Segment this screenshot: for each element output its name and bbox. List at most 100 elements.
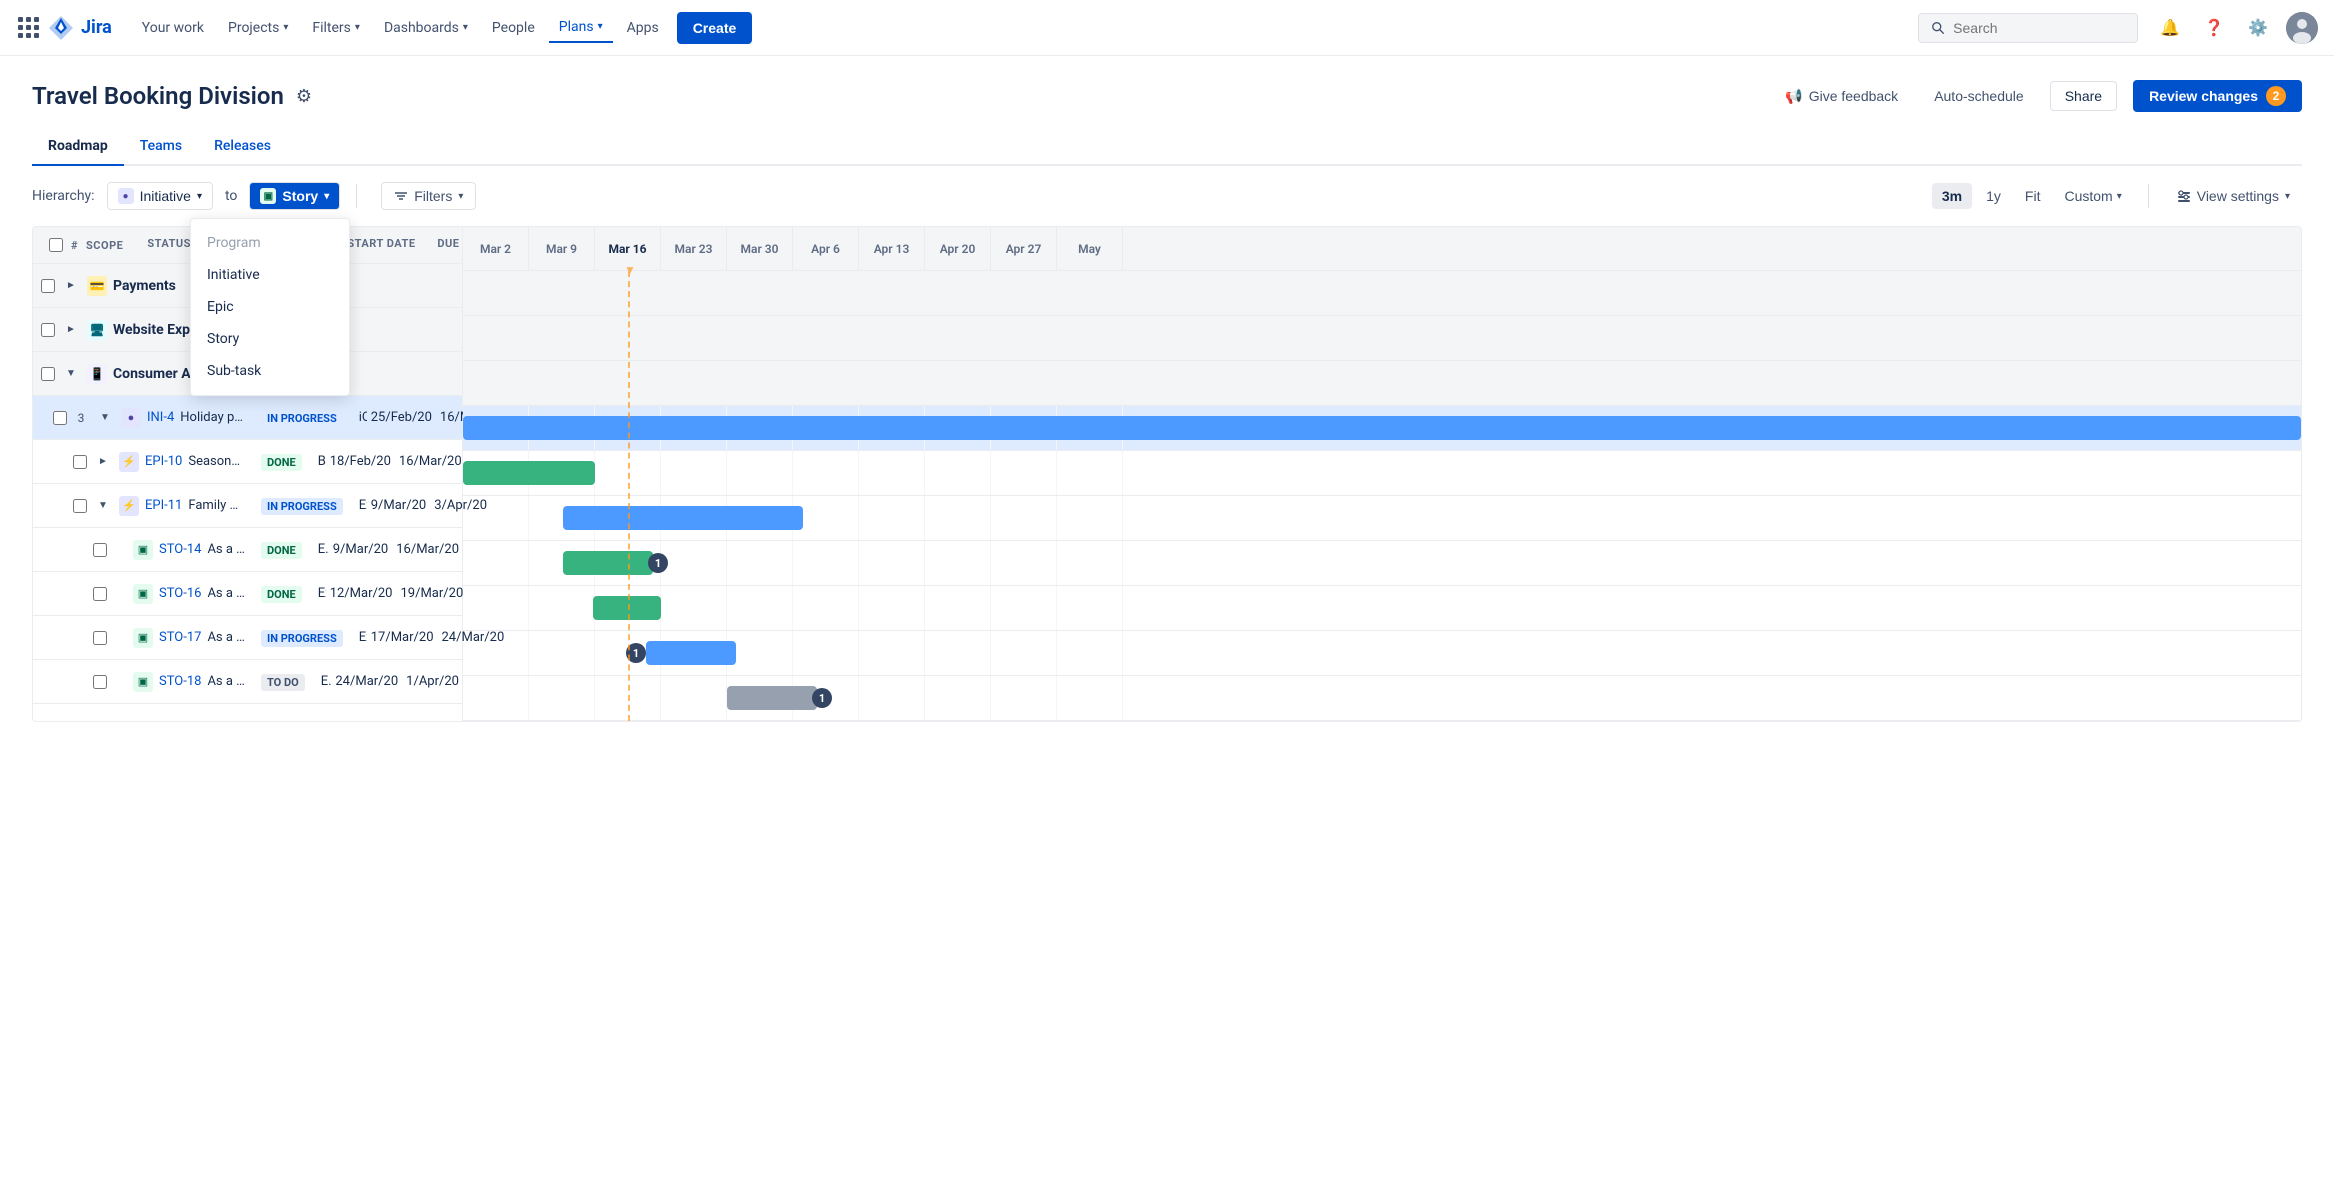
gc-p10 [1057, 271, 1123, 315]
sto14-name: As a user I want.. [207, 542, 245, 557]
sto17-status-badge: IN PROGRESS [261, 630, 343, 647]
gantt-row-payments [463, 271, 2301, 316]
hierarchy-from-button[interactable]: ● Initiative ▾ [107, 182, 213, 210]
dropdown-initiative[interactable]: Initiative [191, 259, 349, 291]
epi11-fields: IN PROGRESS Experience 9/Mar/20 3/Apr/20 [253, 498, 463, 514]
gantt-col-mar30: Mar 30 [727, 227, 793, 270]
jira-logo-icon [47, 14, 75, 42]
tab-releases[interactable]: Releases [198, 128, 287, 166]
epi11-gantt-bar[interactable] [563, 506, 803, 530]
sto18-checkbox[interactable] [93, 675, 107, 689]
dropdown-epic[interactable]: Epic [191, 291, 349, 323]
epi11-id[interactable]: EPI-11 [145, 498, 182, 513]
time-fit-button[interactable]: Fit [2015, 183, 2051, 209]
epi11-team: Experience [351, 498, 367, 513]
page-tabs: Roadmap Teams Releases [32, 128, 2302, 166]
sto14-id[interactable]: STO-14 [159, 542, 201, 557]
epi10-expand[interactable]: ► [93, 452, 113, 472]
autoschedule-button[interactable]: Auto-schedule [1924, 82, 2034, 110]
select-all-checkbox[interactable] [49, 238, 63, 252]
gc-w10 [1057, 316, 1123, 360]
gc-c6 [793, 361, 859, 405]
epi10-gantt-bar[interactable]: ← [463, 461, 595, 485]
gc-s18-2 [529, 676, 595, 720]
sto18-dot-badge: 1 [812, 688, 832, 708]
header-actions: 📢 Give feedback Auto-schedule Share Revi… [1775, 80, 2302, 112]
time-custom-button[interactable]: Custom ▾ [2054, 183, 2131, 209]
nav-your-work[interactable]: Your work [132, 14, 214, 42]
nav-dashboards[interactable]: Dashboards ▾ [374, 14, 478, 42]
gantt-row-ini4: ← [463, 406, 2301, 451]
sto14-checkbox[interactable] [93, 543, 107, 557]
sto18-gantt-bar[interactable] [727, 686, 817, 710]
consumer-expand[interactable]: ▼ [61, 364, 81, 384]
sto18-status-badge: TO DO [261, 674, 305, 691]
website-expand[interactable]: ► [61, 320, 81, 340]
sto16-checkbox[interactable] [93, 587, 107, 601]
gantt-row-consumer [463, 361, 2301, 406]
help-button[interactable]: ❓ [2198, 12, 2230, 44]
tab-teams[interactable]: Teams [124, 128, 198, 166]
website-checkbox[interactable] [41, 323, 55, 337]
sto17-id[interactable]: STO-17 [159, 630, 201, 645]
search-bar[interactable] [1918, 13, 2138, 43]
nav-people[interactable]: People [482, 14, 545, 42]
epi11-expand[interactable]: ▼ [93, 496, 113, 516]
sto18-name: As a user I want.. [207, 674, 245, 689]
review-changes-button[interactable]: Review changes 2 [2133, 80, 2302, 112]
epi10-id[interactable]: EPI-10 [145, 454, 182, 469]
logo[interactable]: Jira [16, 14, 120, 42]
gc-e10-10 [1057, 451, 1123, 495]
payments-expand[interactable]: ► [61, 276, 81, 296]
tab-roadmap[interactable]: Roadmap [32, 128, 124, 166]
gc-e10-9 [991, 451, 1057, 495]
user-avatar[interactable] [2286, 12, 2318, 44]
payments-checkbox[interactable] [41, 279, 55, 293]
time-1y-button[interactable]: 1y [1976, 183, 2011, 209]
settings-gear-icon[interactable]: ⚙ [296, 86, 312, 107]
row-left-sto16: ▣ STO-16 As a user I want.. [33, 584, 253, 604]
dropdown-story[interactable]: Story [191, 323, 349, 355]
sto17-checkbox[interactable] [93, 631, 107, 645]
sto16-start: 12/Mar/20 [326, 586, 397, 601]
gc-e11-7 [859, 496, 925, 540]
time-3m-button[interactable]: 3m [1932, 183, 1972, 209]
sto18-id[interactable]: STO-18 [159, 674, 201, 689]
gantt-col-mar2: Mar 2 [463, 227, 529, 270]
sto17-status: IN PROGRESS [253, 630, 351, 646]
filters-button[interactable]: Filters ▾ [381, 182, 476, 210]
create-button[interactable]: Create [677, 12, 753, 44]
consumer-icon: 📱 [87, 364, 107, 384]
gc-s16-2 [529, 586, 595, 630]
search-input[interactable] [1953, 20, 2125, 36]
dropdown-subtask[interactable]: Sub-task [191, 355, 349, 387]
ini4-id[interactable]: INI-4 [147, 410, 174, 425]
ini4-expand[interactable]: ▼ [95, 408, 115, 428]
sto16-team: Experience [310, 586, 326, 601]
epi10-checkbox[interactable] [73, 455, 87, 469]
ini4-gantt-bar[interactable]: ← [463, 416, 2301, 440]
nav-plans[interactable]: Plans ▾ [549, 13, 613, 43]
notifications-button[interactable]: 🔔 [2154, 12, 2186, 44]
gantt-col-mar23: Mar 23 [661, 227, 727, 270]
gc-s17-6 [793, 631, 859, 675]
view-settings-button[interactable]: View settings ▾ [2165, 183, 2302, 209]
ini4-checkbox[interactable] [53, 411, 67, 425]
sto17-gantt-bar[interactable] [646, 641, 736, 665]
hierarchy-to-button[interactable]: ▣ Story ▾ [249, 182, 340, 210]
sto16-id[interactable]: STO-16 [159, 586, 201, 601]
feedback-button[interactable]: 📢 Give feedback [1775, 82, 1908, 111]
gc-c2 [529, 361, 595, 405]
sto14-gantt-bar[interactable] [563, 551, 653, 575]
consumer-checkbox[interactable] [41, 367, 55, 381]
share-button[interactable]: Share [2050, 81, 2117, 111]
apps-grid-icon[interactable] [16, 15, 41, 40]
epi11-checkbox[interactable] [73, 499, 87, 513]
nav-apps[interactable]: Apps [617, 14, 669, 42]
sto14-due: 16/Mar/20 [392, 542, 463, 557]
settings-button[interactable]: ⚙️ [2242, 12, 2274, 44]
nav-filters[interactable]: Filters ▾ [302, 14, 370, 42]
nav-projects[interactable]: Projects ▾ [218, 14, 298, 42]
sto16-gantt-bar[interactable] [593, 596, 661, 620]
gc-w5 [727, 316, 793, 360]
